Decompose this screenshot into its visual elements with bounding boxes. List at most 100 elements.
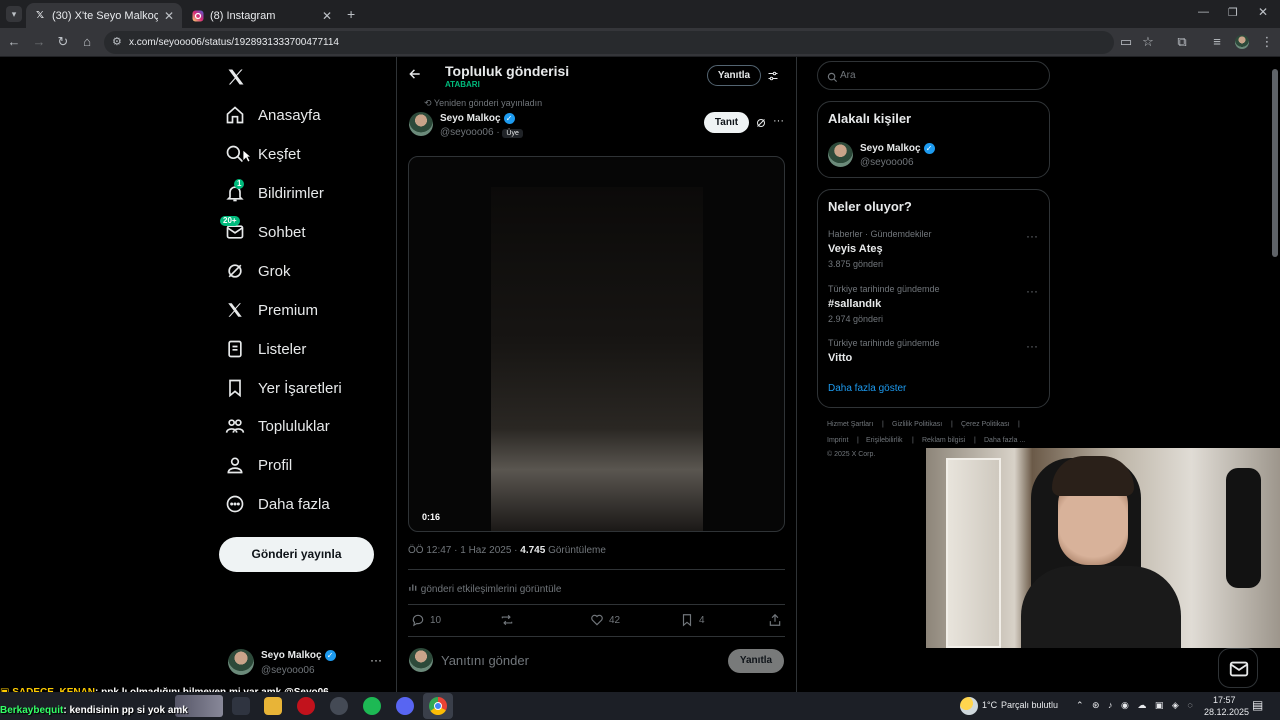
nav-more[interactable]: Daha fazla xyxy=(222,488,330,520)
notification-center-icon[interactable]: ▤ xyxy=(1252,698,1263,712)
repost-action[interactable] xyxy=(500,613,519,627)
clock-time[interactable]: 17:57 xyxy=(1213,695,1236,705)
new-tab-icon[interactable]: + xyxy=(347,6,355,22)
discord-icon[interactable] xyxy=(396,697,414,715)
reload-icon[interactable]: ↻ xyxy=(55,34,71,50)
more-icon[interactable]: ··· xyxy=(1026,339,1038,353)
author-avatar[interactable] xyxy=(409,112,433,136)
nav-profile[interactable]: Profil xyxy=(222,449,292,481)
show-more-link[interactable]: Daha fazla göster xyxy=(828,383,906,394)
copyright: © 2025 X Corp. xyxy=(827,451,876,458)
account-switcher[interactable]: Seyo Malkoç ✓ @seyooo06 ··· xyxy=(224,645,384,683)
address-bar[interactable]: ⚙ x.com/seyooo06/status/1928931333700477… xyxy=(104,31,1114,54)
reply-submit-button[interactable]: Yanıtla xyxy=(728,649,784,673)
media-icon[interactable]: ≡ xyxy=(1209,34,1225,50)
more-icon[interactable]: ··· xyxy=(1026,229,1038,243)
task-view-icon[interactable] xyxy=(232,697,250,715)
app-icon[interactable] xyxy=(330,697,348,715)
close-icon[interactable]: ✕ xyxy=(164,9,174,23)
bookmark-star-icon[interactable]: ☆ xyxy=(1140,34,1156,50)
view-engagements-link[interactable]: gönderi etkileşimlerini görüntüle xyxy=(408,582,561,595)
nav-grok[interactable]: Grok xyxy=(222,255,291,287)
author-name: Seyo Malkoç xyxy=(440,113,501,125)
grok-icon[interactable] xyxy=(755,116,767,134)
mail-icon xyxy=(1229,661,1249,677)
list-icon xyxy=(222,336,248,362)
more-icon[interactable]: ··· xyxy=(1026,284,1038,298)
bookmark-icon xyxy=(682,614,692,627)
spotify-icon[interactable] xyxy=(363,697,381,715)
author-handle-row: @seyooo06 · Üye xyxy=(440,127,523,138)
home-icon[interactable]: ⌂ xyxy=(79,34,95,50)
chrome-icon-active[interactable] xyxy=(423,693,453,719)
account-name: Seyo Malkoç xyxy=(261,650,322,662)
nav-home[interactable]: Anasayfa xyxy=(222,99,321,131)
weather-temp[interactable]: 1°C xyxy=(982,700,997,710)
nav-label: Daha fazla xyxy=(258,495,330,513)
tab-x-post[interactable]: 𝕏 (30) X'te Seyo Malkoç: "https:// ✕ xyxy=(26,3,182,28)
tab-instagram[interactable]: (8) Instagram ✕ xyxy=(184,3,340,28)
footer-link[interactable]: Gizlilik Politikası xyxy=(892,421,942,428)
share-action[interactable] xyxy=(768,613,787,627)
nav-bookmarks[interactable]: Yer İşaretleri xyxy=(222,372,342,404)
messages-drawer-button[interactable] xyxy=(1218,648,1258,688)
nav-messages[interactable]: 20+ Sohbet xyxy=(220,216,306,248)
back-icon[interactable] xyxy=(408,67,422,81)
weather-desc[interactable]: Parçalı bulutlu xyxy=(1001,700,1058,710)
settings-sliders-icon[interactable] xyxy=(767,69,779,87)
bookmark-action[interactable]: 4 xyxy=(680,613,705,627)
forward-icon[interactable]: → xyxy=(31,34,47,50)
minimize-icon[interactable]: — xyxy=(1198,6,1209,18)
trend-item[interactable]: Türkiye tarihinde gündemde #sallandık 2.… xyxy=(828,284,940,324)
footer-link[interactable]: Daha fazla ... xyxy=(984,437,1025,444)
profile-avatar[interactable] xyxy=(1235,35,1249,49)
site-info-icon[interactable]: ⚙ xyxy=(112,31,122,54)
account-name-row: Seyo Malkoç ✓ xyxy=(261,650,336,661)
page-scrollbar[interactable] xyxy=(1272,69,1278,257)
reply-header-button[interactable]: Yanıtla xyxy=(707,65,761,86)
video-player[interactable]: 0:16 xyxy=(408,156,785,532)
close-icon[interactable]: ✕ xyxy=(322,9,332,23)
restore-icon[interactable]: ❐ xyxy=(1228,6,1238,19)
extensions-icon[interactable]: ⧉ xyxy=(1174,34,1190,50)
cast-icon[interactable]: ▭ xyxy=(1118,34,1134,50)
post-time[interactable]: ÖÖ 12:47 · 1 Haz 2025 · xyxy=(408,545,520,556)
footer-link[interactable]: Erişilebilirlik xyxy=(866,437,903,444)
community-name[interactable]: ATABARI xyxy=(445,80,480,89)
search-input[interactable]: Ara xyxy=(817,61,1050,90)
window-close-icon[interactable]: ✕ xyxy=(1258,5,1268,19)
trend-item[interactable]: Haberler · Gündemdekiler Veyis Ateş 3.87… xyxy=(828,229,932,269)
back-icon[interactable]: ← xyxy=(6,34,22,50)
nav-lists[interactable]: Listeler xyxy=(222,333,306,365)
trend-category: Türkiye tarihinde gündemde xyxy=(828,338,940,348)
tray-chevron-icon[interactable]: ⌃ xyxy=(1076,700,1084,711)
grok-icon xyxy=(222,258,248,284)
menu-icon[interactable]: ⋮ xyxy=(1259,34,1275,50)
like-action[interactable]: 42 xyxy=(590,613,620,627)
more-icon[interactable]: ··· xyxy=(370,653,382,667)
more-icon[interactable]: ··· xyxy=(773,115,784,127)
reply-action[interactable]: 10 xyxy=(411,613,441,627)
post-button[interactable]: Gönderi yayınla xyxy=(219,537,374,572)
clock-date[interactable]: 28.12.2025 xyxy=(1204,707,1249,717)
trend-item[interactable]: Türkiye tarihinde gündemde Vitto xyxy=(828,338,940,364)
x-logo-icon[interactable] xyxy=(226,67,246,87)
nav-notifications[interactable]: 1 Bildirimler xyxy=(222,177,324,209)
footer-link[interactable]: Çerez Politikası xyxy=(961,421,1010,428)
nav-communities[interactable]: Topluluklar xyxy=(222,410,330,442)
related-name-row[interactable]: Seyo Malkoç ✓ xyxy=(860,143,935,154)
footer-link[interactable]: Imprint xyxy=(827,437,848,444)
tab-search-button[interactable]: ▾ xyxy=(6,6,22,22)
repost-icon xyxy=(501,614,513,626)
footer-link[interactable]: Hizmet Şartları xyxy=(827,421,873,428)
nav-explore[interactable]: Keşfet xyxy=(222,138,301,170)
file-explorer-icon[interactable] xyxy=(264,697,282,715)
promote-button[interactable]: Tanıt xyxy=(704,112,749,133)
reply-input[interactable]: Yanıtını gönder xyxy=(441,653,529,668)
footer-separator: | xyxy=(1018,421,1020,428)
related-avatar[interactable] xyxy=(828,142,853,167)
nav-premium[interactable]: Premium xyxy=(222,294,318,326)
footer-link[interactable]: Reklam bilgisi xyxy=(922,437,965,444)
author-name-row[interactable]: Seyo Malkoç ✓ xyxy=(440,113,515,124)
opera-icon[interactable] xyxy=(297,697,315,715)
